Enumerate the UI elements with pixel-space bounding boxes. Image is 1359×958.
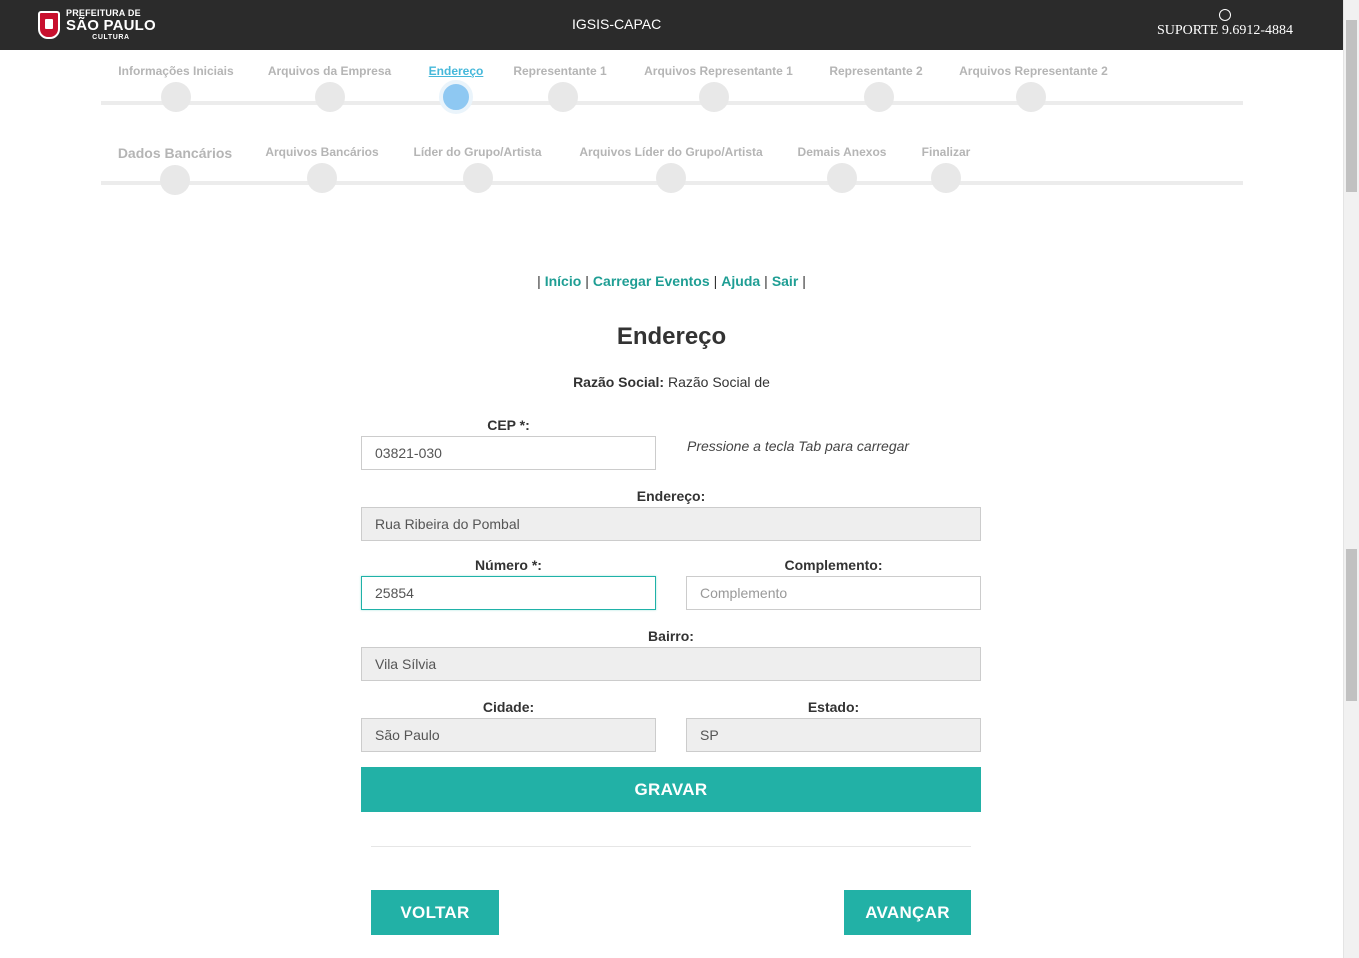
divider bbox=[371, 846, 971, 847]
step-label: Endereço bbox=[428, 64, 484, 78]
step-dot bbox=[314, 82, 345, 112]
step-label: Demais Anexos bbox=[797, 145, 887, 159]
step-dot bbox=[931, 163, 961, 193]
estado-input[interactable]: SP bbox=[686, 718, 981, 752]
step-label: Líder do Grupo/Artista bbox=[413, 145, 542, 159]
step-dot bbox=[1016, 82, 1046, 112]
endereco-label: Endereço: bbox=[636, 488, 706, 504]
step-label: Arquivos Representante 1 bbox=[644, 64, 793, 78]
estado-label: Estado: bbox=[807, 699, 860, 715]
nav-carregar-eventos-link[interactable]: Carregar Eventos bbox=[593, 273, 710, 289]
support-phone: SUPORTE 9.6912-4884 bbox=[1156, 23, 1293, 38]
nav-inicio-link[interactable]: Início bbox=[545, 273, 582, 289]
step-dot bbox=[462, 163, 493, 193]
step-arquivos-bancarios[interactable]: Arquivos Bancários bbox=[263, 145, 381, 193]
cep-hint: Pressione a tecla Tab para carregar bbox=[687, 438, 910, 454]
nav-ajuda-link[interactable]: Ajuda bbox=[721, 273, 760, 289]
main-nav: | Início | Carregar Eventos | Ajuda | Sair | bbox=[537, 273, 806, 289]
page-scrollbar[interactable] bbox=[1343, 0, 1359, 958]
step-dados-bancarios[interactable]: Dados Bancários bbox=[116, 145, 234, 195]
razao-social-label: Razão Social: bbox=[573, 374, 665, 390]
logo-line2: SÃO PAULO bbox=[66, 17, 156, 34]
cep-input[interactable]: 03821-030 bbox=[361, 436, 656, 470]
numero-label: Número *: bbox=[475, 557, 542, 573]
razao-social-value: Razão Social de bbox=[667, 374, 770, 390]
complemento-input[interactable]: Complemento bbox=[686, 576, 981, 610]
step-demais-anexos[interactable]: Demais Anexos bbox=[796, 145, 888, 193]
step-lider-grupo[interactable]: Líder do Grupo/Artista bbox=[410, 145, 545, 193]
scrollbar-thumb[interactable] bbox=[1346, 20, 1357, 192]
cidade-label: Cidade: bbox=[482, 699, 535, 715]
step-dot bbox=[307, 163, 337, 193]
step-dot bbox=[160, 165, 190, 195]
step-dot bbox=[161, 82, 191, 112]
step-label: Informações Iniciais bbox=[118, 64, 234, 78]
bairro-label: Bairro: bbox=[648, 628, 694, 644]
step-label: Arquivos Representante 2 bbox=[959, 64, 1108, 78]
step-arquivos-representante-2[interactable]: Arquivos Representante 2 bbox=[956, 64, 1111, 112]
step-finalizar[interactable]: Finalizar bbox=[916, 145, 976, 193]
city-crest-icon bbox=[38, 11, 60, 39]
step-label: Representante 1 bbox=[513, 64, 607, 78]
step-representante-2[interactable]: Representante 2 bbox=[826, 64, 926, 112]
bairro-input[interactable]: Vila Sílvia bbox=[361, 647, 981, 681]
step-dot bbox=[699, 82, 729, 112]
step-dot bbox=[864, 82, 894, 112]
step-arquivos-empresa[interactable]: Arquivos da Empresa bbox=[267, 64, 392, 112]
avancar-button[interactable]: AVANÇAR bbox=[844, 890, 971, 935]
nav-sair-link[interactable]: Sair bbox=[772, 273, 798, 289]
top-bar: PREFEITURA DE SÃO PAULO CULTURA IGSIS-CA… bbox=[0, 0, 1343, 50]
prefeitura-logo[interactable]: PREFEITURA DE SÃO PAULO CULTURA bbox=[38, 9, 156, 41]
step-dot bbox=[656, 163, 686, 193]
step-representante-1[interactable]: Representante 1 bbox=[510, 64, 610, 112]
logo-line3: CULTURA bbox=[92, 34, 130, 41]
step-arquivos-representante-1[interactable]: Arquivos Representante 1 bbox=[641, 64, 796, 112]
step-label: Representante 2 bbox=[829, 64, 923, 78]
cep-label: CEP *: bbox=[487, 417, 530, 433]
complemento-label: Complemento: bbox=[784, 557, 883, 573]
progress-steps-row2: Dados Bancários Arquivos Bancários Líder… bbox=[101, 145, 1243, 205]
endereco-input[interactable]: Rua Ribeira do Pombal bbox=[361, 507, 981, 541]
step-endereco[interactable]: Endereço bbox=[419, 64, 493, 114]
step-label: Arquivos Bancários bbox=[265, 145, 379, 159]
step-dot bbox=[827, 163, 857, 193]
step-dot bbox=[548, 82, 578, 112]
step-informacoes-iniciais[interactable]: Informações Iniciais bbox=[116, 64, 236, 112]
step-label: Arquivos da Empresa bbox=[267, 64, 392, 78]
cidade-input[interactable]: São Paulo bbox=[361, 718, 656, 752]
step-label: Finalizar bbox=[921, 145, 971, 159]
gravar-button[interactable]: GRAVAR bbox=[361, 767, 981, 812]
step-dot-active bbox=[439, 80, 473, 114]
step-label: Arquivos Líder do Grupo/Artista bbox=[579, 145, 763, 159]
whatsapp-icon bbox=[1218, 9, 1231, 21]
support-contact[interactable]: SUPORTE 9.6912-4884 bbox=[1157, 9, 1293, 39]
step-label: Dados Bancários bbox=[117, 145, 233, 161]
voltar-button[interactable]: VOLTAR bbox=[371, 890, 499, 935]
razao-social: Razão Social: Razão Social de bbox=[0, 374, 1343, 390]
progress-steps-row1: Informações Iniciais Arquivos da Empresa… bbox=[101, 64, 1243, 124]
page-title: Endereço bbox=[616, 323, 727, 350]
numero-input[interactable]: 25854 bbox=[361, 576, 656, 610]
app-title: IGSIS-CAPAC bbox=[572, 16, 662, 32]
step-arquivos-lider-grupo[interactable]: Arquivos Líder do Grupo/Artista bbox=[575, 145, 767, 193]
scrollbar-thumb-secondary[interactable] bbox=[1346, 549, 1357, 701]
